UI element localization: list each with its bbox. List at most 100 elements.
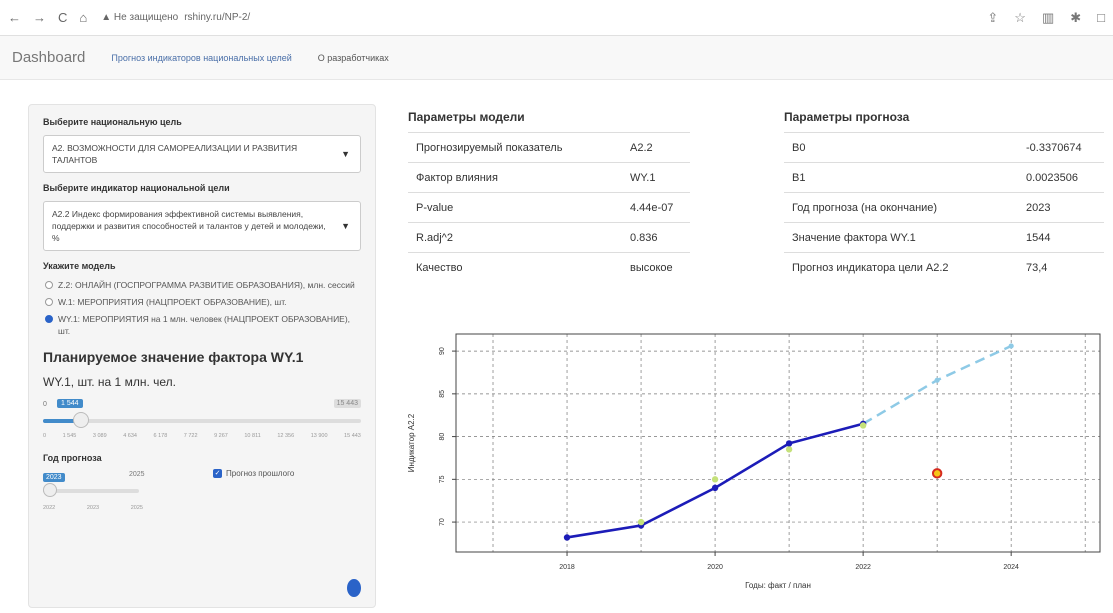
model-params-table: Параметры модели Прогнозируемый показате… (408, 110, 690, 283)
url-text[interactable]: rshiny.ru/NP-2/ (184, 12, 250, 23)
extensions-icon[interactable]: ✱ (1070, 10, 1081, 26)
factor-slider[interactable]: 0 1 544 15 443 0 1 545 3 089 4 634 6 178… (43, 399, 361, 445)
browser-actions: ⇪ ☆ ▥ ✱ □ (987, 10, 1105, 26)
reading-list-icon[interactable]: ▥ (1042, 10, 1054, 26)
table-cell: -0.3370674 (1018, 132, 1104, 163)
table-cell: WY.1 (622, 162, 690, 193)
fact-point (711, 484, 719, 492)
indicator-select-value: А2.2 Индекс формирования эффективной сис… (52, 209, 326, 243)
share-icon[interactable]: ⇪ (987, 10, 998, 26)
slider-track[interactable] (43, 419, 361, 423)
window-icon[interactable]: □ (1097, 10, 1105, 26)
table-cell: Прогноз индикатора цели А2.2 (784, 252, 1018, 283)
year-tick: 2022 (43, 505, 56, 511)
table-cell: А2.2 (622, 132, 690, 163)
table-cell: P-value (408, 192, 622, 223)
table-cell: B0 (784, 132, 1018, 163)
browser-toolbar: ← → C ⌂ ▲ Не защищено rshiny.ru/NP-2/ ⇪ … (0, 0, 1113, 36)
reload-icon[interactable]: C (58, 10, 67, 25)
slider-tick: 12 356 (277, 433, 295, 439)
table-cell: Качество (408, 252, 622, 283)
chart-grid (456, 334, 1100, 552)
slider-tick: 13 900 (310, 433, 328, 439)
table-cell: 0.836 (622, 222, 690, 253)
slider-ticks: 0 1 545 3 089 4 634 6 178 7 722 9 267 10… (43, 433, 361, 439)
table-row: B1 0.0023506 (784, 162, 1104, 193)
model-label: Укажите модель (43, 261, 116, 271)
table-cell: 2023 (1018, 192, 1104, 223)
caret-down-icon: ▼ (341, 149, 350, 159)
forecast-point (931, 468, 943, 479)
slider-tick: 6 178 (153, 433, 168, 439)
tab-forecast[interactable]: Прогноз индикаторов национальных целей (111, 53, 291, 63)
sidebar-panel: Выберите национальную цель А2. ВОЗМОЖНОС… (28, 104, 376, 608)
year-handle[interactable] (43, 483, 57, 497)
model-radio-z2[interactable]: Z.2: ОНЛАЙН (ГОСПРОГРАММА РАЗВИТИЕ ОБРАЗ… (43, 279, 361, 291)
table-cell: R.adj^2 (408, 222, 622, 253)
table-row: P-value 4.44e-07 (408, 192, 690, 223)
x-axis-label: Годы: факт / план (745, 581, 811, 590)
radio-icon[interactable] (45, 281, 53, 289)
browser-nav: ← → C ⌂ (8, 10, 87, 25)
table-row: B0 -0.3370674 (784, 132, 1104, 163)
slider-tick: 3 089 (92, 433, 107, 439)
forecast-params-table: Параметры прогноза B0 -0.3370674 B1 0.0023… (784, 110, 1104, 283)
table-cell: Фактор влияния (408, 162, 622, 193)
year-row: Год прогноза 2023 2025 2022 2023 2025 ✓ … (43, 453, 361, 513)
model-radio-label: W.1: МЕРОПРИЯТИЯ (НАЦПРОЕКТ ОБРАЗОВАНИЕ)… (58, 297, 287, 307)
year-slider[interactable]: Год прогноза 2023 2025 2022 2023 2025 (43, 453, 163, 513)
fact-point (563, 534, 571, 541)
home-icon[interactable]: ⌂ (79, 10, 87, 25)
y-tick-label: 80 (439, 433, 446, 441)
app-navbar: Dashboard Прогноз индикаторов национальн… (0, 36, 1113, 80)
caret-down-icon: ▼ (341, 221, 350, 231)
back-icon[interactable]: ← (8, 10, 21, 25)
radio-selected-icon[interactable] (45, 315, 53, 323)
year-max: 2025 (129, 471, 145, 478)
model-radio-w1[interactable]: W.1: МЕРОПРИЯТИЯ (НАЦПРОЕКТ ОБРАЗОВАНИЕ)… (43, 296, 361, 308)
slider-tick: 4 634 (123, 433, 137, 439)
forecast-chart: 70 75 80 85 90 2018 2020 2022 2024 Индикатор А2.… (400, 330, 1113, 613)
x-tick-label: 2018 (559, 564, 575, 571)
table-row: Прогноз индикатора цели А2.2 73,4 (784, 252, 1104, 283)
slider-max: 15 443 (333, 399, 361, 408)
year-tick: 2025 (130, 505, 143, 511)
year-tick: 2023 (86, 505, 100, 511)
year-ticks: 2022 2023 2025 (43, 505, 143, 511)
year-track[interactable] (43, 489, 139, 493)
goal-select-value: А2. ВОЗМОЖНОСТИ ДЛЯ САМОРЕАЛИЗАЦИИ И РАЗ… (52, 143, 298, 165)
table-cell: Год прогноза (на окончание) (784, 192, 1018, 223)
bookmark-star-icon[interactable]: ☆ (1014, 10, 1026, 26)
fitted-point (859, 422, 867, 429)
model-radio-wy1[interactable]: WY.1: МЕРОПРИЯТИЯ на 1 млн. человек (НАЦ… (43, 313, 361, 337)
table-row: Год прогноза (на окончание) 2023 (784, 192, 1104, 223)
checkbox-checked-icon[interactable]: ✓ (213, 469, 222, 478)
table-cell: 1544 (1018, 222, 1104, 253)
slider-tick: 1 545 (62, 433, 77, 439)
slider-tick: 9 267 (214, 433, 228, 439)
table-row: R.adj^2 0.836 (408, 222, 690, 253)
slider-tick: 15 443 (344, 433, 361, 439)
address-bar[interactable]: ▲ Не защищено rshiny.ru/NP-2/ (101, 12, 987, 23)
slider-value-badge: 1 544 (57, 399, 83, 408)
show-past-checkbox[interactable]: ✓ Прогноз прошлого (213, 469, 294, 478)
info-icon[interactable] (347, 579, 361, 597)
forward-icon[interactable]: → (33, 10, 46, 25)
planned-unit: WY.1, шт. на 1 млн. чел. (43, 375, 176, 389)
model-radio-label: Z.2: ОНЛАЙН (ГОСПРОГРАММА РАЗВИТИЕ ОБРАЗ… (58, 280, 355, 290)
table-row: Значение фактора WY.1 1544 (784, 222, 1104, 253)
planned-title: Планируемое значение фактора WY.1 (43, 349, 304, 365)
dashboard-brand[interactable]: Dashboard (12, 49, 85, 66)
radio-icon[interactable] (45, 298, 53, 306)
slider-tick: 7 722 (183, 433, 198, 439)
year-label: Год прогноза (43, 453, 102, 463)
table-cell: B1 (784, 162, 1018, 193)
goal-select[interactable]: А2. ВОЗМОЖНОСТИ ДЛЯ САМОРЕАЛИЗАЦИИ И РАЗ… (43, 135, 361, 173)
tab-about[interactable]: О разработчиках (318, 53, 389, 63)
model-params-title: Параметры модели (408, 110, 525, 124)
year-value-badge: 2023 (43, 473, 65, 482)
x-tick-label: 2020 (707, 564, 723, 571)
slider-handle[interactable] (73, 412, 89, 428)
indicator-select[interactable]: А2.2 Индекс формирования эффективной сис… (43, 201, 361, 251)
security-warning[interactable]: ▲ Не защищено (101, 12, 178, 23)
